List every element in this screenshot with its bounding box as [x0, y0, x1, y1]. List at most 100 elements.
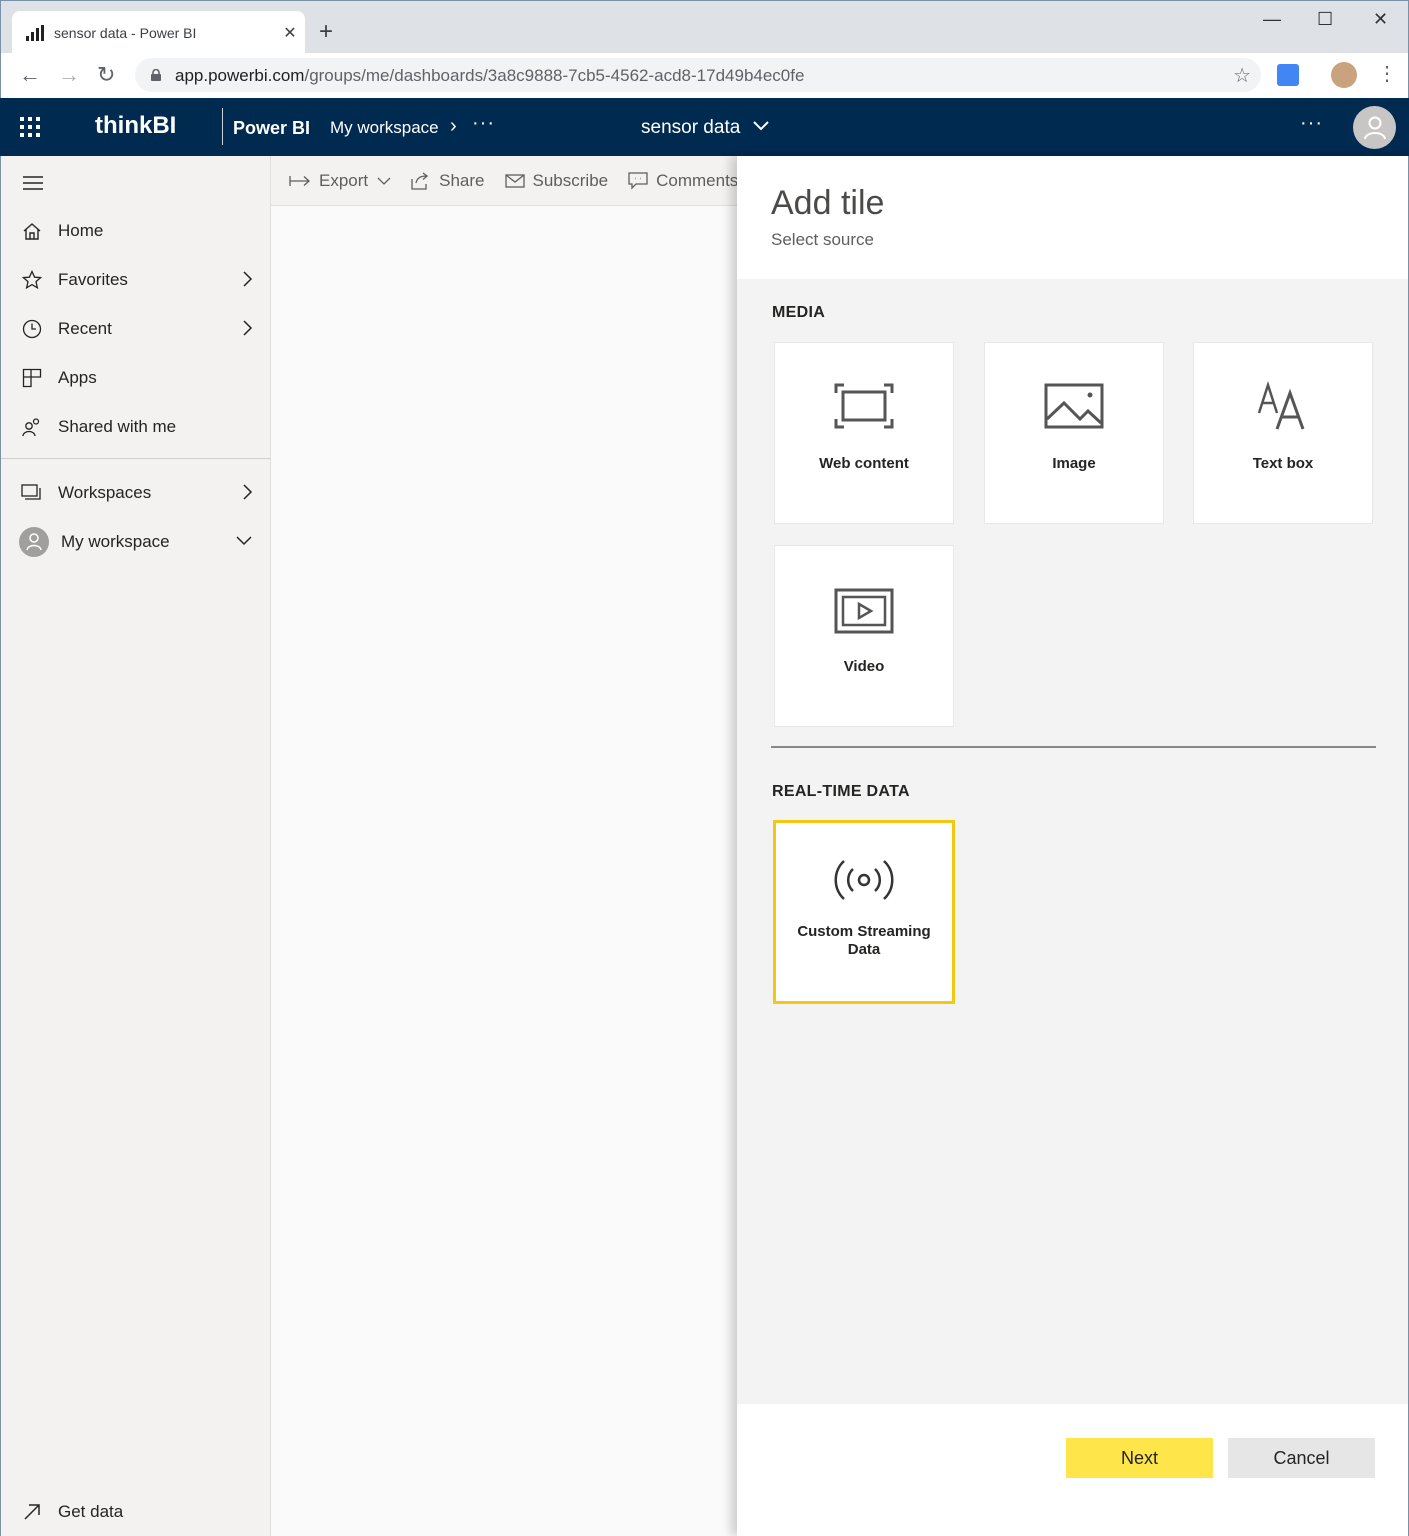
realtime-heading: REAL-TIME DATA — [772, 783, 910, 800]
product-name[interactable]: Power BI — [233, 118, 310, 139]
translate-extension-icon[interactable] — [1277, 64, 1299, 86]
powerbi-favicon-icon — [26, 24, 44, 41]
account-avatar[interactable] — [1353, 106, 1396, 149]
tile-label-line: Custom Streaming — [797, 923, 931, 940]
apps-icon — [22, 368, 42, 388]
tile-label: Web content — [819, 455, 909, 472]
chevron-right-icon — [243, 271, 253, 287]
maximize-button[interactable]: ☐ — [1317, 7, 1333, 31]
sidebar-item-label: Apps — [58, 368, 97, 387]
person-icon — [1363, 116, 1386, 139]
url-text: app.powerbi.com/groups/me/dashboards/3a8… — [175, 66, 804, 86]
panel-footer: Next Cancel — [737, 1404, 1408, 1536]
hamburger-menu-icon[interactable] — [23, 176, 43, 190]
sidebar-item-workspaces[interactable]: Workspaces — [1, 473, 271, 513]
tile-label: Video — [843, 658, 885, 675]
add-tile-panel: Add tile Select source MEDIA Web content… — [737, 156, 1409, 1536]
sidebar-item-label: Favorites — [58, 270, 128, 289]
comments-button[interactable]: Comments — [628, 171, 737, 191]
tile-label: Custom Streaming Data — [776, 923, 952, 959]
chevron-down-icon — [377, 177, 391, 185]
tile-label: Image — [1052, 455, 1096, 472]
streaming-signal-icon — [834, 860, 894, 900]
person-icon — [26, 533, 42, 551]
star-icon — [22, 270, 42, 290]
media-heading: MEDIA — [772, 304, 826, 321]
tab-close-icon[interactable]: ✕ — [275, 23, 305, 43]
get-data-button[interactable]: Get data — [1, 1492, 271, 1532]
more-options-icon[interactable]: ··· — [1300, 112, 1323, 135]
brand-logo[interactable]: thinkBI — [95, 112, 176, 140]
text-box-icon — [1257, 381, 1305, 430]
sidebar-item-apps[interactable]: Apps — [1, 358, 271, 398]
sidebar-item-home[interactable]: Home — [1, 211, 271, 251]
forward-arrow-icon[interactable]: → — [58, 62, 80, 88]
app-launcher-icon[interactable] — [20, 117, 40, 137]
sidebar-item-label: Recent — [58, 319, 112, 338]
mail-icon — [504, 173, 525, 188]
video-icon — [834, 588, 894, 634]
browser-titlebar: sensor data - Power BI ✕ + — ☐ ✕ — [0, 0, 1409, 54]
tile-custom-streaming-data[interactable]: Custom Streaming Data — [773, 820, 955, 1004]
chevron-down-icon[interactable] — [752, 116, 770, 134]
workspaces-icon — [21, 484, 41, 500]
chevron-right-icon — [243, 320, 253, 336]
export-button[interactable]: Export — [289, 171, 391, 191]
sidebar-item-my-workspace[interactable]: My workspace — [1, 522, 271, 562]
chevron-right-icon: › — [450, 115, 457, 137]
sidebar-item-label: My workspace — [61, 532, 170, 551]
app-header: thinkBI Power BI My workspace › ··· sens… — [0, 98, 1409, 156]
sidebar-item-recent[interactable]: Recent — [1, 309, 271, 349]
sidebar-item-label: Shared with me — [58, 417, 177, 436]
panel-header: Add tile Select source — [737, 156, 1408, 279]
export-arrow-icon — [289, 175, 310, 186]
shared-people-icon — [22, 418, 40, 437]
get-data-label: Get data — [58, 1502, 124, 1521]
breadcrumb-workspace[interactable]: My workspace — [330, 118, 439, 138]
sidebar-divider — [1, 458, 271, 459]
left-nav: Home Favorites Recent Apps Shared with m… — [0, 156, 271, 1536]
clock-icon — [22, 319, 42, 339]
panel-title: Add tile — [771, 184, 885, 222]
tile-label-line: Data — [847, 941, 881, 958]
close-window-button[interactable]: ✕ — [1373, 7, 1388, 31]
browser-tab[interactable]: sensor data - Power BI ✕ — [12, 11, 305, 54]
sidebar-item-shared-with-me[interactable]: Shared with me — [1, 407, 271, 447]
sidebar-item-favorites[interactable]: Favorites — [1, 260, 271, 300]
breadcrumb-more-icon[interactable]: ··· — [472, 112, 495, 135]
tile-text-box[interactable]: Text box — [1193, 342, 1373, 524]
reload-icon[interactable]: ↻ — [97, 62, 115, 88]
share-icon — [411, 171, 429, 190]
tile-video[interactable]: Video — [774, 545, 954, 727]
next-button[interactable]: Next — [1066, 1438, 1213, 1478]
home-icon — [23, 223, 41, 240]
bookmark-star-icon[interactable]: ☆ — [1233, 63, 1251, 88]
tile-web-content[interactable]: Web content — [774, 342, 954, 524]
section-divider — [771, 746, 1376, 748]
cancel-button[interactable]: Cancel — [1228, 1438, 1375, 1478]
header-divider — [222, 108, 223, 145]
tile-label: Text box — [1252, 455, 1314, 472]
dashboard-toolbar: Export Share Subscribe Comments — [271, 156, 737, 206]
panel-subtitle: Select source — [771, 230, 874, 249]
browser-menu-icon[interactable]: ⋮ — [1377, 61, 1397, 86]
share-label: Share — [439, 170, 485, 190]
url-host: app.powerbi.com — [175, 66, 305, 85]
share-button[interactable]: Share — [411, 170, 485, 191]
comments-label: Comments — [656, 170, 737, 190]
dashboard-canvas: Export Share Subscribe Comments — [271, 156, 737, 1536]
dashboard-title[interactable]: sensor data — [641, 117, 740, 139]
chevron-right-icon — [243, 484, 253, 500]
sidebar-item-label: Workspaces — [58, 483, 152, 502]
web-content-icon — [834, 383, 894, 429]
address-bar[interactable]: app.powerbi.com/groups/me/dashboards/3a8… — [135, 58, 1261, 92]
url-path: /groups/me/dashboards/3a8c9888-7cb5-4562… — [304, 66, 805, 85]
profile-avatar[interactable] — [1331, 62, 1357, 88]
minimize-button[interactable]: — — [1263, 7, 1281, 31]
chevron-down-icon — [236, 536, 252, 546]
subscribe-button[interactable]: Subscribe — [504, 171, 608, 191]
browser-toolbar: ← → ↻ app.powerbi.com/groups/me/dashboar… — [0, 53, 1409, 98]
back-arrow-icon[interactable]: ← — [19, 62, 41, 88]
new-tab-button[interactable]: + — [319, 17, 333, 47]
tile-image[interactable]: Image — [984, 342, 1164, 524]
